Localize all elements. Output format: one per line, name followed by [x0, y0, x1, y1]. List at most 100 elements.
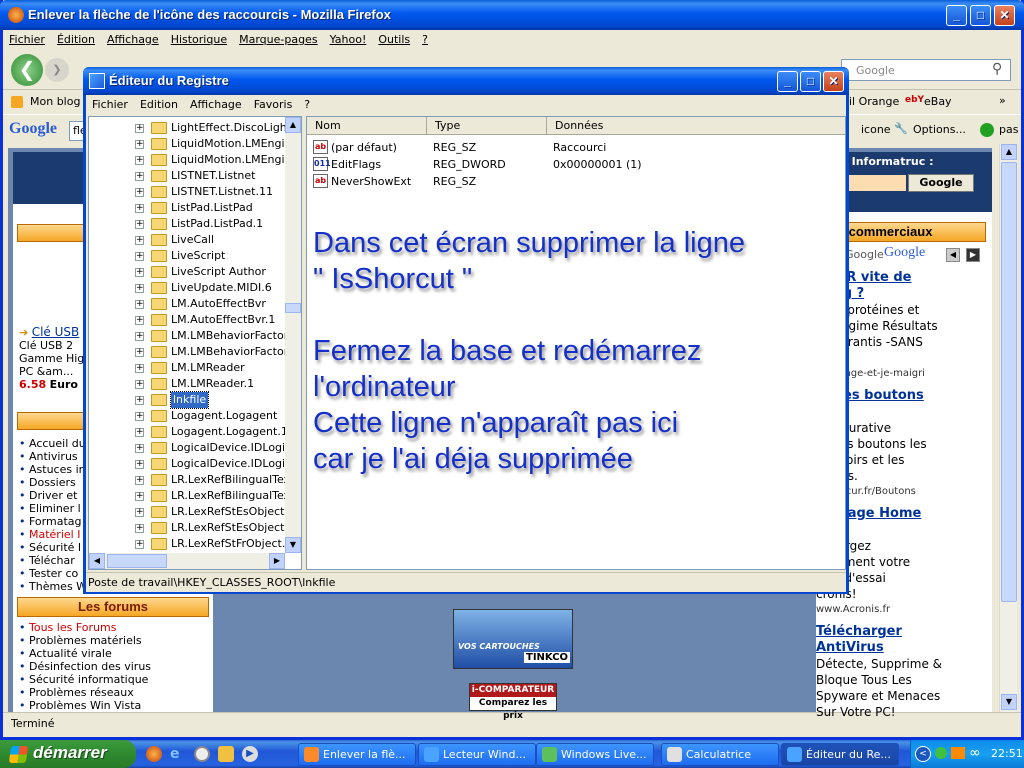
regedit-menu-item-3[interactable]: Favoris — [248, 95, 299, 115]
tree-item[interactable]: + LM.LMBehaviorFactory. — [89, 344, 297, 360]
column-data[interactable]: Données — [547, 117, 845, 135]
ad-title-line2[interactable]: AntiVirus — [816, 640, 992, 656]
menu-item-6[interactable]: Outils — [372, 30, 416, 50]
tree-item[interactable]: + LM.LMBehaviorFactory — [89, 328, 295, 344]
expand-icon[interactable]: + — [135, 236, 144, 245]
messenger-tray-icon[interactable] — [935, 747, 947, 759]
expand-icon[interactable]: + — [135, 188, 144, 197]
scroll-up-button[interactable]: ▲ — [1001, 144, 1017, 160]
usb-link[interactable]: Clé USB — [32, 325, 80, 339]
tree-item[interactable]: + LiveUpdate.MIDI.6 — [89, 280, 285, 296]
scroll-down-button[interactable]: ▼ — [1001, 694, 1017, 710]
expand-icon[interactable]: + — [135, 428, 144, 437]
tree-item[interactable]: + LogicalDevice.IDLogicalD — [89, 440, 301, 456]
expand-icon[interactable]: + — [135, 156, 144, 165]
task-button[interactable]: Lecteur Wind... — [418, 743, 536, 766]
tree-item[interactable]: + LM.AutoEffectBvr — [89, 296, 285, 312]
close-button[interactable]: ✕ — [994, 5, 1015, 26]
column-type[interactable]: Type — [427, 117, 547, 135]
expand-icon[interactable]: + — [135, 268, 144, 277]
site-search-button[interactable]: Google — [908, 174, 974, 192]
expand-icon[interactable]: + — [135, 172, 144, 181]
regedit-maximize-button[interactable]: □ — [800, 71, 821, 92]
maximize-button[interactable]: □ — [970, 5, 991, 26]
search-icon[interactable]: ⚲ — [992, 61, 1002, 77]
regedit-titlebar[interactable]: Éditeur du Registre _ □ ✕ — [83, 67, 849, 95]
expand-icon[interactable]: + — [135, 252, 144, 261]
menu-item-2[interactable]: Affichage — [101, 30, 165, 50]
ad-title[interactable]: Télécharger — [816, 624, 992, 640]
tree-item[interactable]: + LiquidMotion.LMEngine — [89, 136, 298, 152]
forward-button[interactable]: ❯ — [45, 58, 69, 82]
messenger-quicklaunch-icon[interactable] — [218, 746, 234, 762]
tree-scroll-up[interactable]: ▲ — [285, 117, 301, 133]
expand-icon[interactable]: + — [135, 316, 144, 325]
tree-item[interactable]: + LISTNET.Listnet — [89, 168, 285, 184]
expand-icon[interactable]: + — [135, 524, 144, 533]
expand-icon[interactable]: + — [135, 140, 144, 149]
tree-item[interactable]: + ListPad.ListPad.1 — [89, 216, 285, 232]
tree-item[interactable]: + LiveCall — [89, 232, 285, 248]
expand-icon[interactable]: + — [135, 284, 144, 293]
ad-url[interactable]: www.Acronis.fr — [816, 602, 992, 618]
expand-icon[interactable]: + — [135, 508, 144, 517]
column-name[interactable]: Nom — [307, 117, 427, 135]
tree-item[interactable]: + LR.LexRefStEsObject.1 — [89, 504, 295, 520]
regedit-menu-item-1[interactable]: Edition — [134, 95, 184, 115]
tree-hscroll-thumb[interactable] — [107, 554, 167, 568]
tree-item[interactable]: + Logagent.Logagent.1 — [89, 424, 288, 440]
value-row[interactable]: 011 EditFlags REG_DWORD 0x00000001 (1) — [313, 156, 843, 173]
bookmark-mon-blog[interactable]: Mon blog — [30, 95, 80, 108]
regedit-menu-item-2[interactable]: Affichage — [184, 95, 248, 115]
menu-item-5[interactable]: Yahoo! — [324, 30, 373, 50]
ads-next-button[interactable]: ▶ — [966, 248, 980, 262]
expand-icon[interactable]: + — [135, 364, 144, 373]
scroll-thumb[interactable] — [1001, 162, 1017, 602]
expand-icon[interactable]: + — [135, 492, 144, 501]
expand-icon[interactable]: + — [135, 380, 144, 389]
values-pane[interactable]: Nom Type Données ab (par défaut) REG_SZ Rac… — [306, 116, 846, 570]
tree-hscroll[interactable]: ◀ ▶ — [89, 553, 285, 569]
tree-item[interactable]: + LM.AutoEffectBvr.1 — [89, 312, 285, 328]
tree-item[interactable]: + LiveScript — [89, 248, 285, 264]
back-button[interactable]: ❮ — [11, 54, 43, 86]
page-scrollbar[interactable]: ▲ ▼ — [999, 144, 1017, 712]
player-quicklaunch-icon[interactable]: ▶ — [242, 746, 258, 762]
tree-item[interactable]: + ListPad.ListPad — [89, 200, 285, 216]
bookmark-orange[interactable]: il Orange — [849, 95, 899, 108]
tree-item[interactable]: + LiquidMotion.LMEngine.1 — [89, 152, 301, 168]
cartridge-banner[interactable]: VOS CARTOUCHES TINKCO — [453, 609, 573, 669]
tree-scroll-right[interactable]: ▶ — [269, 553, 285, 569]
comparateur-banner[interactable]: i-COMPARATEUR Comparez les prix — [469, 683, 557, 721]
tree-item[interactable]: + LR.LexRefBilingualTextC — [89, 472, 301, 488]
menu-item-1[interactable]: Édition — [51, 30, 101, 50]
forum-link[interactable]: • Problèmes matériels — [19, 634, 209, 647]
forum-link[interactable]: • Problèmes réseaux — [19, 686, 209, 699]
start-button[interactable]: démarrer — [0, 740, 136, 768]
network-tray-icon[interactable] — [951, 747, 965, 759]
regedit-minimize-button[interactable]: _ — [777, 71, 798, 92]
tree-item[interactable]: + LogicalDevice.IDLogicalD — [89, 456, 301, 472]
infinity-tray-icon[interactable]: ∞ — [969, 745, 981, 761]
registry-tree[interactable]: + LightEffect.DiscoLightEf + LiquidMotion.L… — [88, 116, 302, 570]
regedit-menu-item-4[interactable]: ? — [298, 95, 316, 115]
task-button[interactable]: Calculatrice — [661, 743, 779, 766]
forum-link[interactable]: • Tous les Forums — [19, 621, 209, 634]
task-button[interactable]: Éditeur du Re... — [781, 743, 899, 766]
expand-icon[interactable]: + — [135, 332, 144, 341]
expand-icon[interactable]: + — [135, 412, 144, 421]
firefox-quicklaunch-icon[interactable] — [146, 746, 162, 762]
value-row[interactable]: ab NeverShowExt REG_SZ — [313, 173, 843, 190]
expand-icon[interactable]: + — [135, 476, 144, 485]
google-toolbar-options[interactable]: Options... — [913, 123, 966, 136]
tree-item[interactable]: + LISTNET.Listnet.11 — [89, 184, 285, 200]
ie-quicklaunch-icon[interactable]: e — [170, 746, 186, 762]
google-toolbar-icone[interactable]: icone — [861, 123, 891, 136]
tree-item[interactable]: + LiveScript Author — [89, 264, 285, 280]
forum-link[interactable]: • Problèmes Win Vista — [19, 699, 209, 712]
expand-icon[interactable]: + — [135, 444, 144, 453]
tree-item[interactable]: + LightEffect.DiscoLightEf — [89, 120, 301, 136]
expand-icon[interactable]: + — [135, 348, 144, 357]
tree-scroll-thumb[interactable] — [285, 303, 301, 313]
menu-item-7[interactable]: ? — [416, 30, 434, 50]
